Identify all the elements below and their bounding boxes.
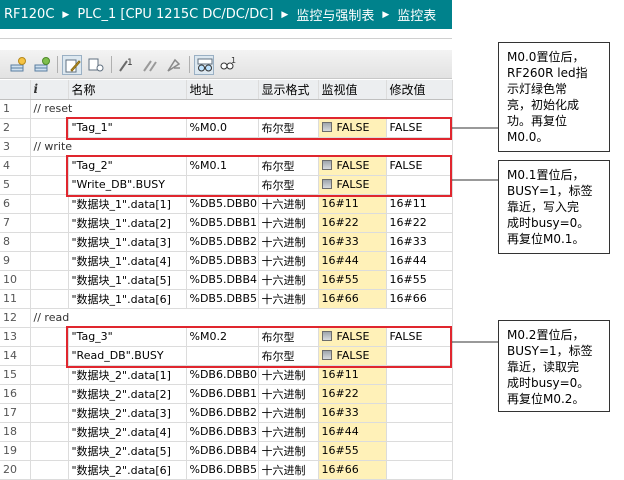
callout-line: 成时busy=0。 xyxy=(507,216,590,230)
callout-line: 再复位M0.1。 xyxy=(507,232,585,246)
callout-read: M0.2置位后， BUSY=1，标签 靠近，读取完 成时busy=0。 再复位M… xyxy=(498,320,610,412)
callout-line: 再复位M0.2。 xyxy=(507,392,585,406)
callout-line: BUSY=1，标签 xyxy=(507,184,593,198)
callout-line: M0.0。 xyxy=(507,130,549,144)
callout-line: 示灯绿色常 xyxy=(507,82,568,96)
callout-line: RF260R led指 xyxy=(507,66,588,80)
callout-line: M0.0置位后， xyxy=(507,50,585,64)
callout-line: M0.1置位后， xyxy=(507,168,585,182)
callout-line: 亮，初始化成 xyxy=(507,98,580,112)
app: RF120C ▶ PLC_1 [CPU 1215C DC/DC/DC] ▶ 监控… xyxy=(0,0,624,480)
callout-line: 靠近，写入完 xyxy=(507,200,580,214)
callout-line: 靠近，读取完 xyxy=(507,360,580,374)
callout-line: 功。再复位 xyxy=(507,114,568,128)
callout-line: M0.2置位后， xyxy=(507,328,585,342)
callout-line: 成时busy=0。 xyxy=(507,376,590,390)
callout-line: BUSY=1，标签 xyxy=(507,344,593,358)
callout-write: M0.1置位后， BUSY=1，标签 靠近，写入完 成时busy=0。 再复位M… xyxy=(498,160,610,254)
callout-reset: M0.0置位后， RF260R led指 示灯绿色常 亮，初始化成 功。再复位 … xyxy=(498,42,610,152)
